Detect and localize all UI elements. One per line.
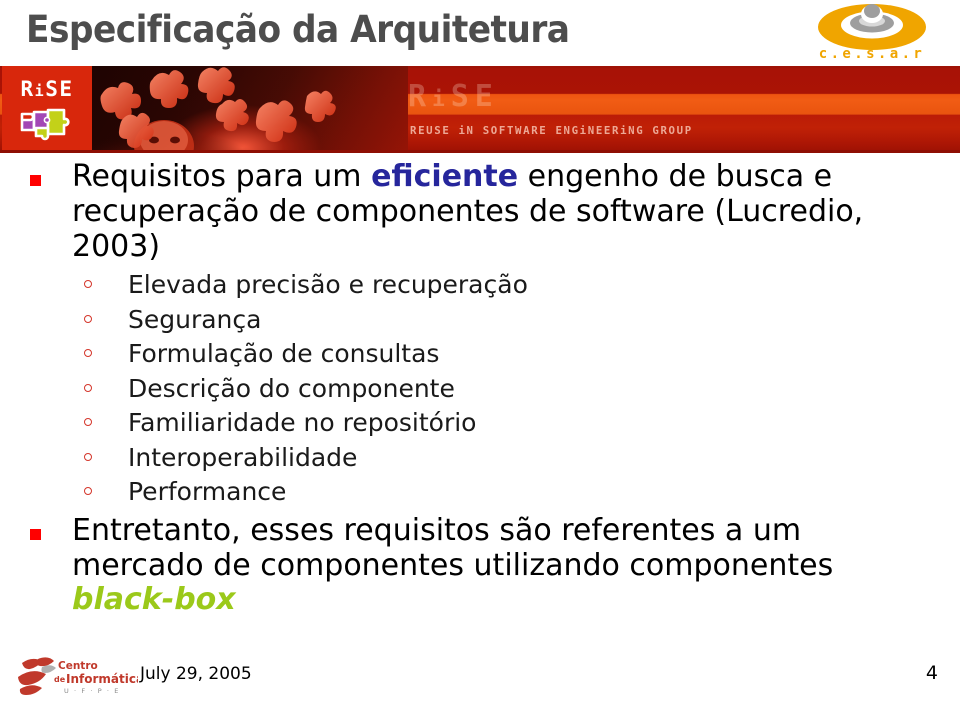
square-bullet-icon <box>30 528 41 540</box>
circle-bullet-icon <box>84 418 92 427</box>
banner-photo-puzzle-face <box>92 66 408 152</box>
sub-bullet-label: Familiaridade no repositório <box>128 408 477 438</box>
bullet-item-primary: Requisitos para um eficiente engenho de … <box>0 159 912 264</box>
sub-bullet-list: Elevada precisão e recuperação Segurança… <box>0 268 960 510</box>
footer-page-number: 4 <box>925 662 938 684</box>
emphasis-eficiente: eficiente <box>371 159 519 194</box>
rise-banner: RiSE RiSE REUSE iN SOFTWARE ENGiNEERiNG … <box>0 66 960 152</box>
cesar-logo: c.e.s.a.r <box>802 2 942 64</box>
sub-bullet-label: Formulação de consultas <box>128 339 440 369</box>
slide-header: Especificação da Arquitetura c.e.s.a.r <box>0 0 960 66</box>
list-item: Segurança <box>0 303 960 338</box>
circle-bullet-icon <box>84 487 92 496</box>
list-item: Elevada precisão e recuperação <box>0 268 960 303</box>
rise-banner-tagline: REUSE iN SOFTWARE ENGiNEERiNG GROUP <box>410 125 693 137</box>
list-item: Descrição do componente <box>0 372 960 407</box>
circle-bullet-icon <box>84 314 92 323</box>
list-item: Familiaridade no repositório <box>0 406 960 441</box>
slide-footer: Centro de Informática U · F · P · E July… <box>0 645 960 707</box>
rise-logo-text: RiSE <box>20 76 74 101</box>
circle-bullet-icon <box>84 452 92 461</box>
bullet2-text: Entretanto, esses requisitos são referen… <box>72 512 834 583</box>
page-title: Especificação da Arquitetura <box>26 8 570 51</box>
list-item: Formulação de consultas <box>0 337 960 372</box>
bullet-text-part1: Requisitos para um <box>72 159 372 194</box>
sub-bullet-label: Segurança <box>128 304 262 334</box>
footer-date: July 29, 2005 <box>140 664 252 684</box>
svg-text:U · F · P · E: U · F · P · E <box>64 687 120 695</box>
circle-bullet-icon <box>84 280 92 289</box>
slide: Especificação da Arquitetura c.e.s.a.r R… <box>0 0 960 707</box>
list-item: Performance <box>0 475 960 510</box>
circle-bullet-icon <box>84 349 92 358</box>
svg-text:Informática: Informática <box>66 672 138 686</box>
circle-bullet-icon <box>84 383 92 392</box>
emphasis-black-box: black-box <box>72 582 236 618</box>
cin-logo: Centro de Informática U · F · P · E <box>16 653 138 699</box>
svg-text:c.e.s.a.r: c.e.s.a.r <box>819 46 925 62</box>
svg-text:de: de <box>54 675 66 684</box>
slide-body: Requisitos para um eficiente engenho de … <box>0 159 960 618</box>
sub-bullet-label: Descrição do componente <box>128 373 455 403</box>
sub-bullet-label: Performance <box>128 477 287 507</box>
square-bullet-icon <box>30 175 41 186</box>
rise-logo-box: RiSE <box>2 66 92 152</box>
sub-bullet-label: Interoperabilidade <box>128 442 358 472</box>
bullet-item-secondary: Entretanto, esses requisitos são referen… <box>0 512 912 618</box>
svg-text:Centro: Centro <box>58 660 98 672</box>
sub-bullet-label: Elevada precisão e recuperação <box>128 270 528 300</box>
banner-bottom-edge <box>0 150 960 153</box>
puzzle-pieces-icon <box>16 102 78 142</box>
rise-banner-watermark: RiSE <box>408 79 499 114</box>
list-item: Interoperabilidade <box>0 441 960 476</box>
